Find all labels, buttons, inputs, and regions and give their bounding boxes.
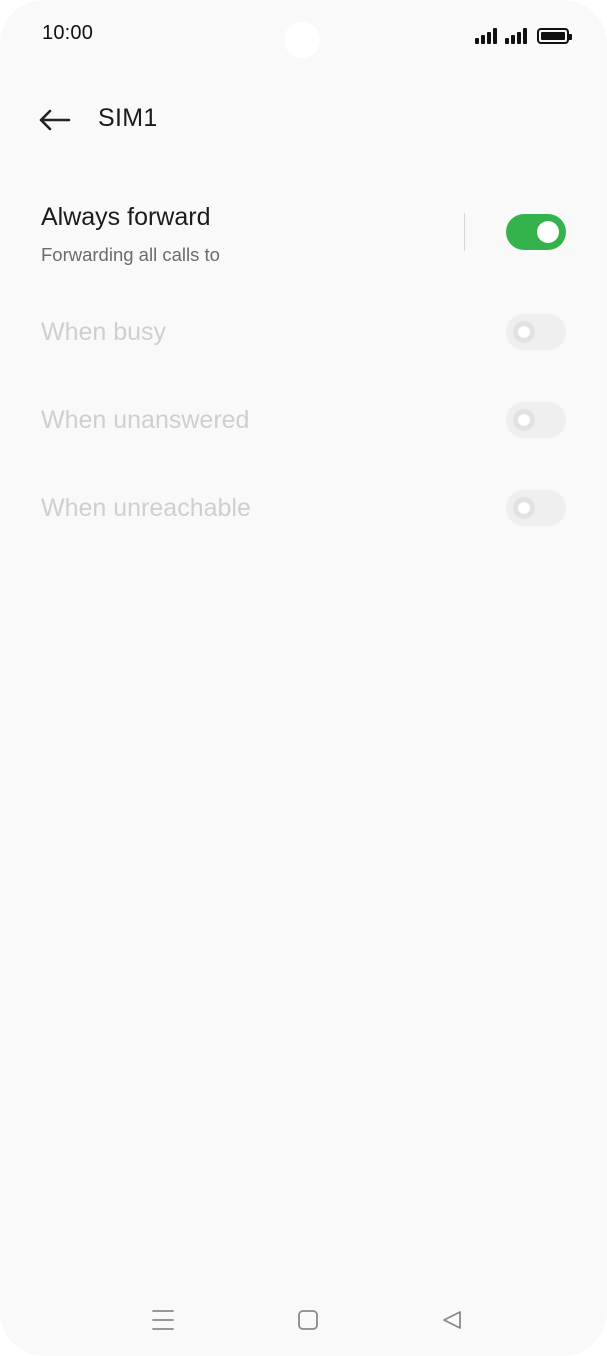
back-button[interactable]: [34, 100, 74, 140]
arrow-left-icon: [39, 109, 71, 131]
home-button[interactable]: [288, 1300, 328, 1340]
signal-sim1-icon: [475, 26, 497, 46]
row-title: When busy: [41, 318, 167, 346]
recent-apps-button[interactable]: [143, 1300, 183, 1340]
when-unreachable-toggle[interactable]: [506, 490, 566, 526]
row-subtitle: Forwarding all calls to: [41, 244, 220, 265]
always-forward-toggle[interactable]: [506, 214, 566, 250]
system-back-button[interactable]: [432, 1300, 472, 1340]
when-unanswered-row[interactable]: When unanswered: [0, 398, 607, 444]
status-icons: [475, 24, 572, 46]
menu-icon: [152, 1310, 174, 1330]
always-forward-row[interactable]: Always forward Forwarding all calls to: [0, 190, 607, 280]
when-busy-row[interactable]: When busy: [0, 310, 607, 356]
home-icon: [298, 1310, 318, 1330]
row-title: Always forward: [41, 203, 211, 231]
battery-icon: [537, 28, 572, 44]
when-busy-toggle[interactable]: [506, 314, 566, 350]
row-divider: [464, 213, 465, 251]
when-unreachable-row[interactable]: When unreachable: [0, 486, 607, 532]
back-triangle-icon: [443, 1311, 461, 1329]
phone-screen: 10:00 SIM1 Always forward Forwarding all…: [0, 0, 607, 1356]
row-title: When unreachable: [41, 494, 251, 522]
row-title: When unanswered: [41, 406, 250, 434]
signal-sim2-icon: [505, 26, 527, 46]
front-camera-cutout: [284, 22, 320, 58]
page-title: SIM1: [98, 104, 158, 132]
when-unanswered-toggle[interactable]: [506, 402, 566, 438]
status-time: 10:00: [42, 22, 94, 44]
